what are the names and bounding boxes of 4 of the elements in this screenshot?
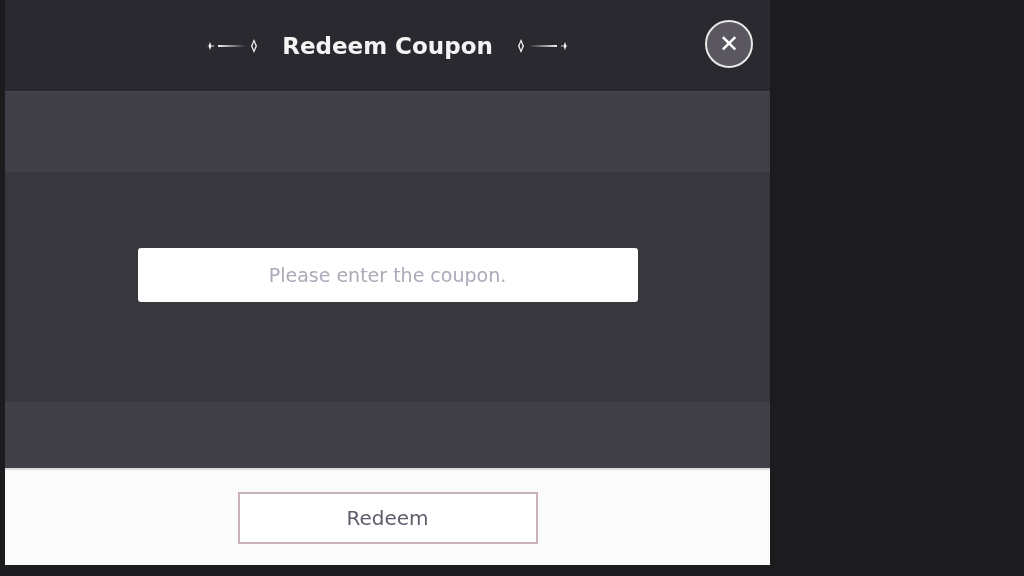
close-button[interactable]: ✕ <box>705 20 753 68</box>
redeem-button[interactable]: Redeem <box>237 491 538 544</box>
dialog-title: Redeem Coupon <box>282 32 493 59</box>
coupon-input-field[interactable]: Please enter the coupon. <box>137 248 638 302</box>
